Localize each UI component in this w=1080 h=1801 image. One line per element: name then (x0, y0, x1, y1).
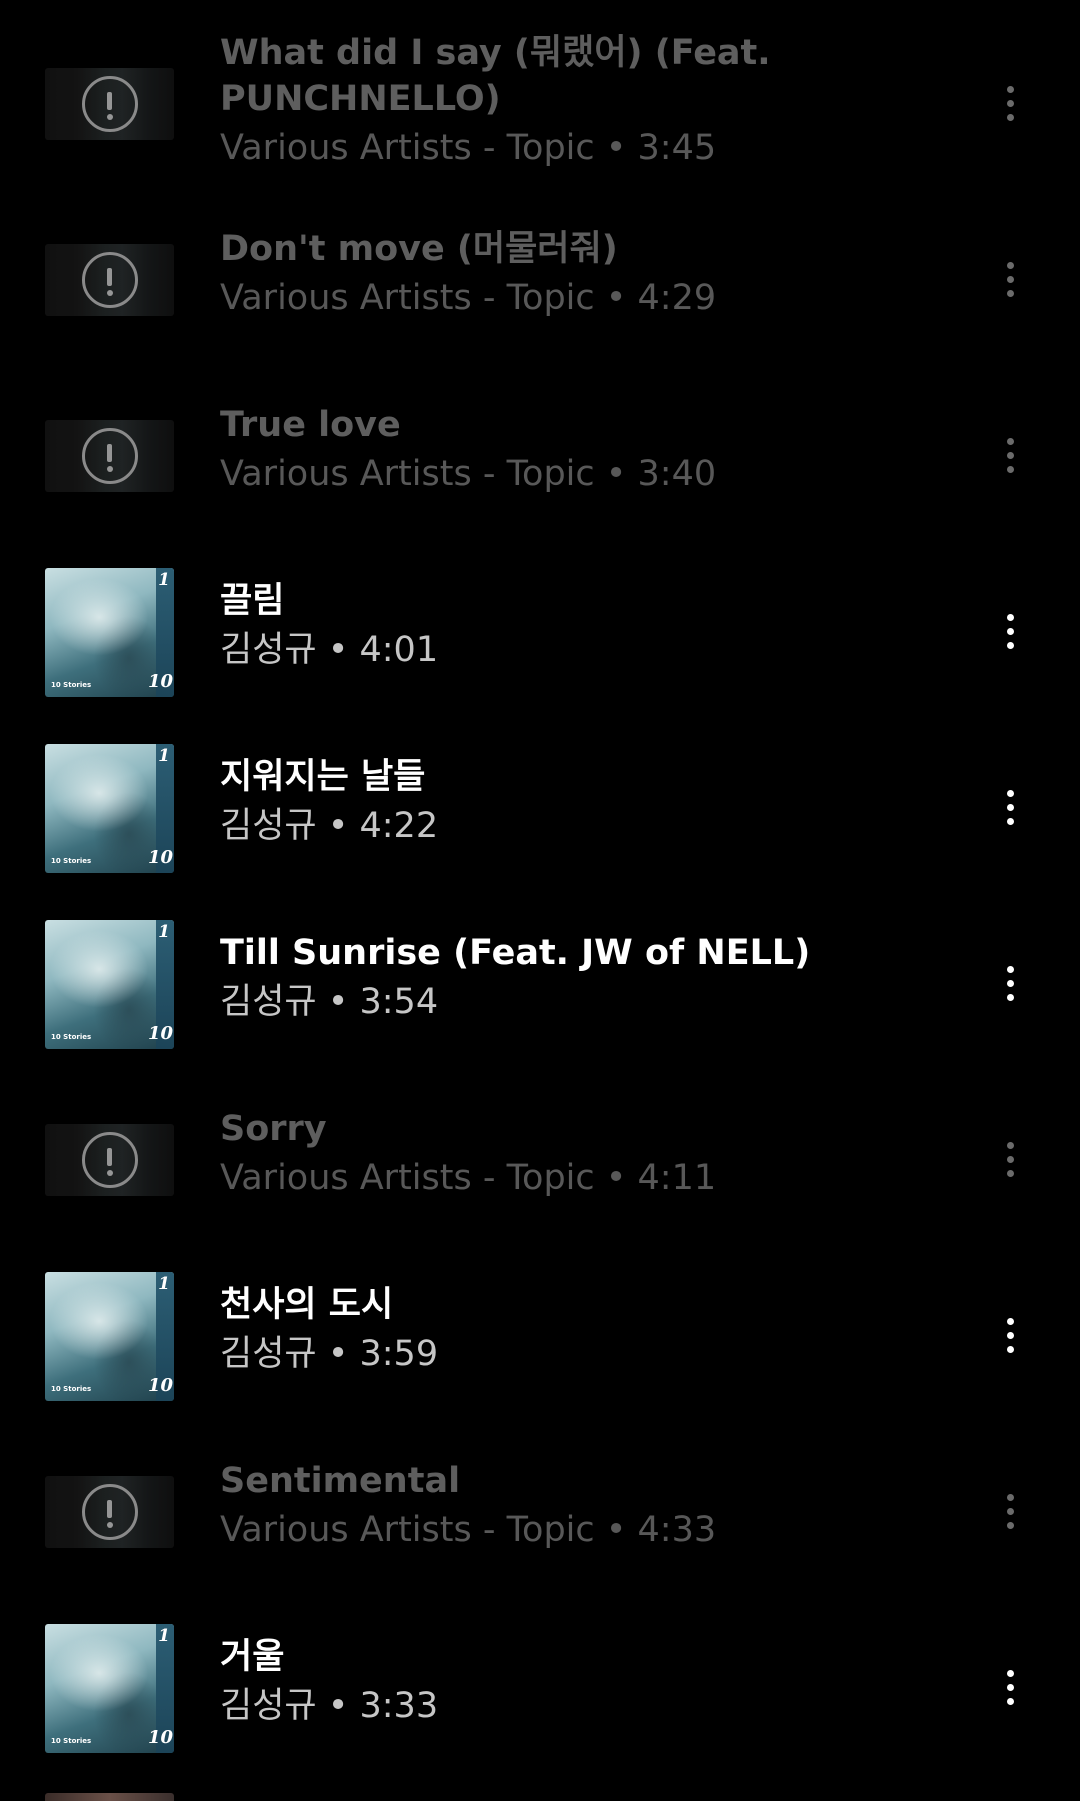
thumbnail-unavailable (45, 1124, 174, 1196)
track-row[interactable]: 1 10 10 Stories 천사의 도시 김성규 • 3:59 (0, 1248, 1080, 1424)
next-track-thumbnail-peek (45, 1793, 174, 1801)
track-subtitle: 김성규 • 3:33 (220, 1686, 439, 1726)
thumbnail-unavailable (45, 1476, 174, 1548)
track-title: 끌림 (220, 581, 285, 621)
track-row[interactable]: Don't move (머물러줘) Various Artists - Topi… (0, 192, 1080, 368)
track-title: 거울 (220, 1637, 285, 1677)
track-subtitle: Various Artists - Topic • 4:11 (220, 1158, 717, 1198)
more-options-button[interactable] (990, 780, 1030, 836)
track-title: What did I say (뭐랬어) (Feat. PUNCHNELLO) (220, 33, 771, 119)
album-cover: 1 10 10 Stories (45, 1624, 174, 1753)
track-title: 천사의 도시 (220, 1285, 394, 1325)
track-row[interactable]: 1 10 10 Stories 끌림 김성규 • 4:01 (0, 544, 1080, 720)
album-cover: 1 10 10 Stories (45, 744, 174, 873)
more-options-button[interactable] (990, 428, 1030, 484)
alert-circle-icon (81, 1484, 138, 1540)
track-list: What did I say (뭐랬어) (Feat. PUNCHNELLO) … (0, 0, 1080, 1801)
alert-circle-icon (81, 428, 138, 484)
thumbnail-unavailable (45, 68, 174, 140)
track-row[interactable]: Sentimental Various Artists - Topic • 4:… (0, 1424, 1080, 1600)
track-title: 지워지는 날들 (220, 757, 426, 797)
alert-circle-icon (81, 252, 138, 308)
alert-circle-icon (81, 1132, 138, 1188)
track-subtitle: 김성규 • 4:22 (220, 806, 439, 846)
more-options-button[interactable] (990, 956, 1030, 1012)
more-options-button[interactable] (990, 76, 1030, 132)
thumbnail-unavailable (45, 244, 174, 316)
track-title: Don't move (머물러줘) (220, 229, 618, 269)
track-subtitle: 김성규 • 3:59 (220, 1334, 439, 1374)
more-options-button[interactable] (990, 1484, 1030, 1540)
track-subtitle: Various Artists - Topic • 3:40 (220, 454, 717, 494)
track-subtitle: Various Artists - Topic • 4:33 (220, 1510, 717, 1550)
track-row[interactable]: Sorry Various Artists - Topic • 4:11 (0, 1072, 1080, 1248)
track-subtitle: 김성규 • 3:54 (220, 982, 439, 1022)
more-options-button[interactable] (990, 1308, 1030, 1364)
album-cover: 1 10 10 Stories (45, 920, 174, 1049)
track-title: Sorry (220, 1109, 327, 1149)
album-cover: 1 10 10 Stories (45, 1272, 174, 1401)
track-row[interactable]: True love Various Artists - Topic • 3:40 (0, 368, 1080, 544)
track-row[interactable]: 1 10 10 Stories 거울 김성규 • 3:33 (0, 1600, 1080, 1776)
more-options-button[interactable] (990, 1660, 1030, 1716)
album-cover: 1 10 10 Stories (45, 568, 174, 697)
track-row[interactable]: What did I say (뭐랬어) (Feat. PUNCHNELLO) … (0, 16, 1080, 192)
track-subtitle: Various Artists - Topic • 4:29 (220, 278, 717, 318)
track-title: Till Sunrise (Feat. JW of NELL) (220, 933, 811, 973)
more-options-button[interactable] (990, 252, 1030, 308)
more-options-button[interactable] (990, 604, 1030, 660)
track-subtitle: Various Artists - Topic • 3:45 (220, 128, 717, 168)
more-options-button[interactable] (990, 1132, 1030, 1188)
track-row[interactable]: 1 10 10 Stories Till Sunrise (Feat. JW o… (0, 896, 1080, 1072)
alert-circle-icon (81, 76, 138, 132)
track-title: True love (220, 405, 401, 445)
thumbnail-unavailable (45, 420, 174, 492)
track-subtitle: 김성규 • 4:01 (220, 630, 439, 670)
track-row[interactable]: 1 10 10 Stories 지워지는 날들 김성규 • 4:22 (0, 720, 1080, 896)
track-title: Sentimental (220, 1461, 461, 1501)
